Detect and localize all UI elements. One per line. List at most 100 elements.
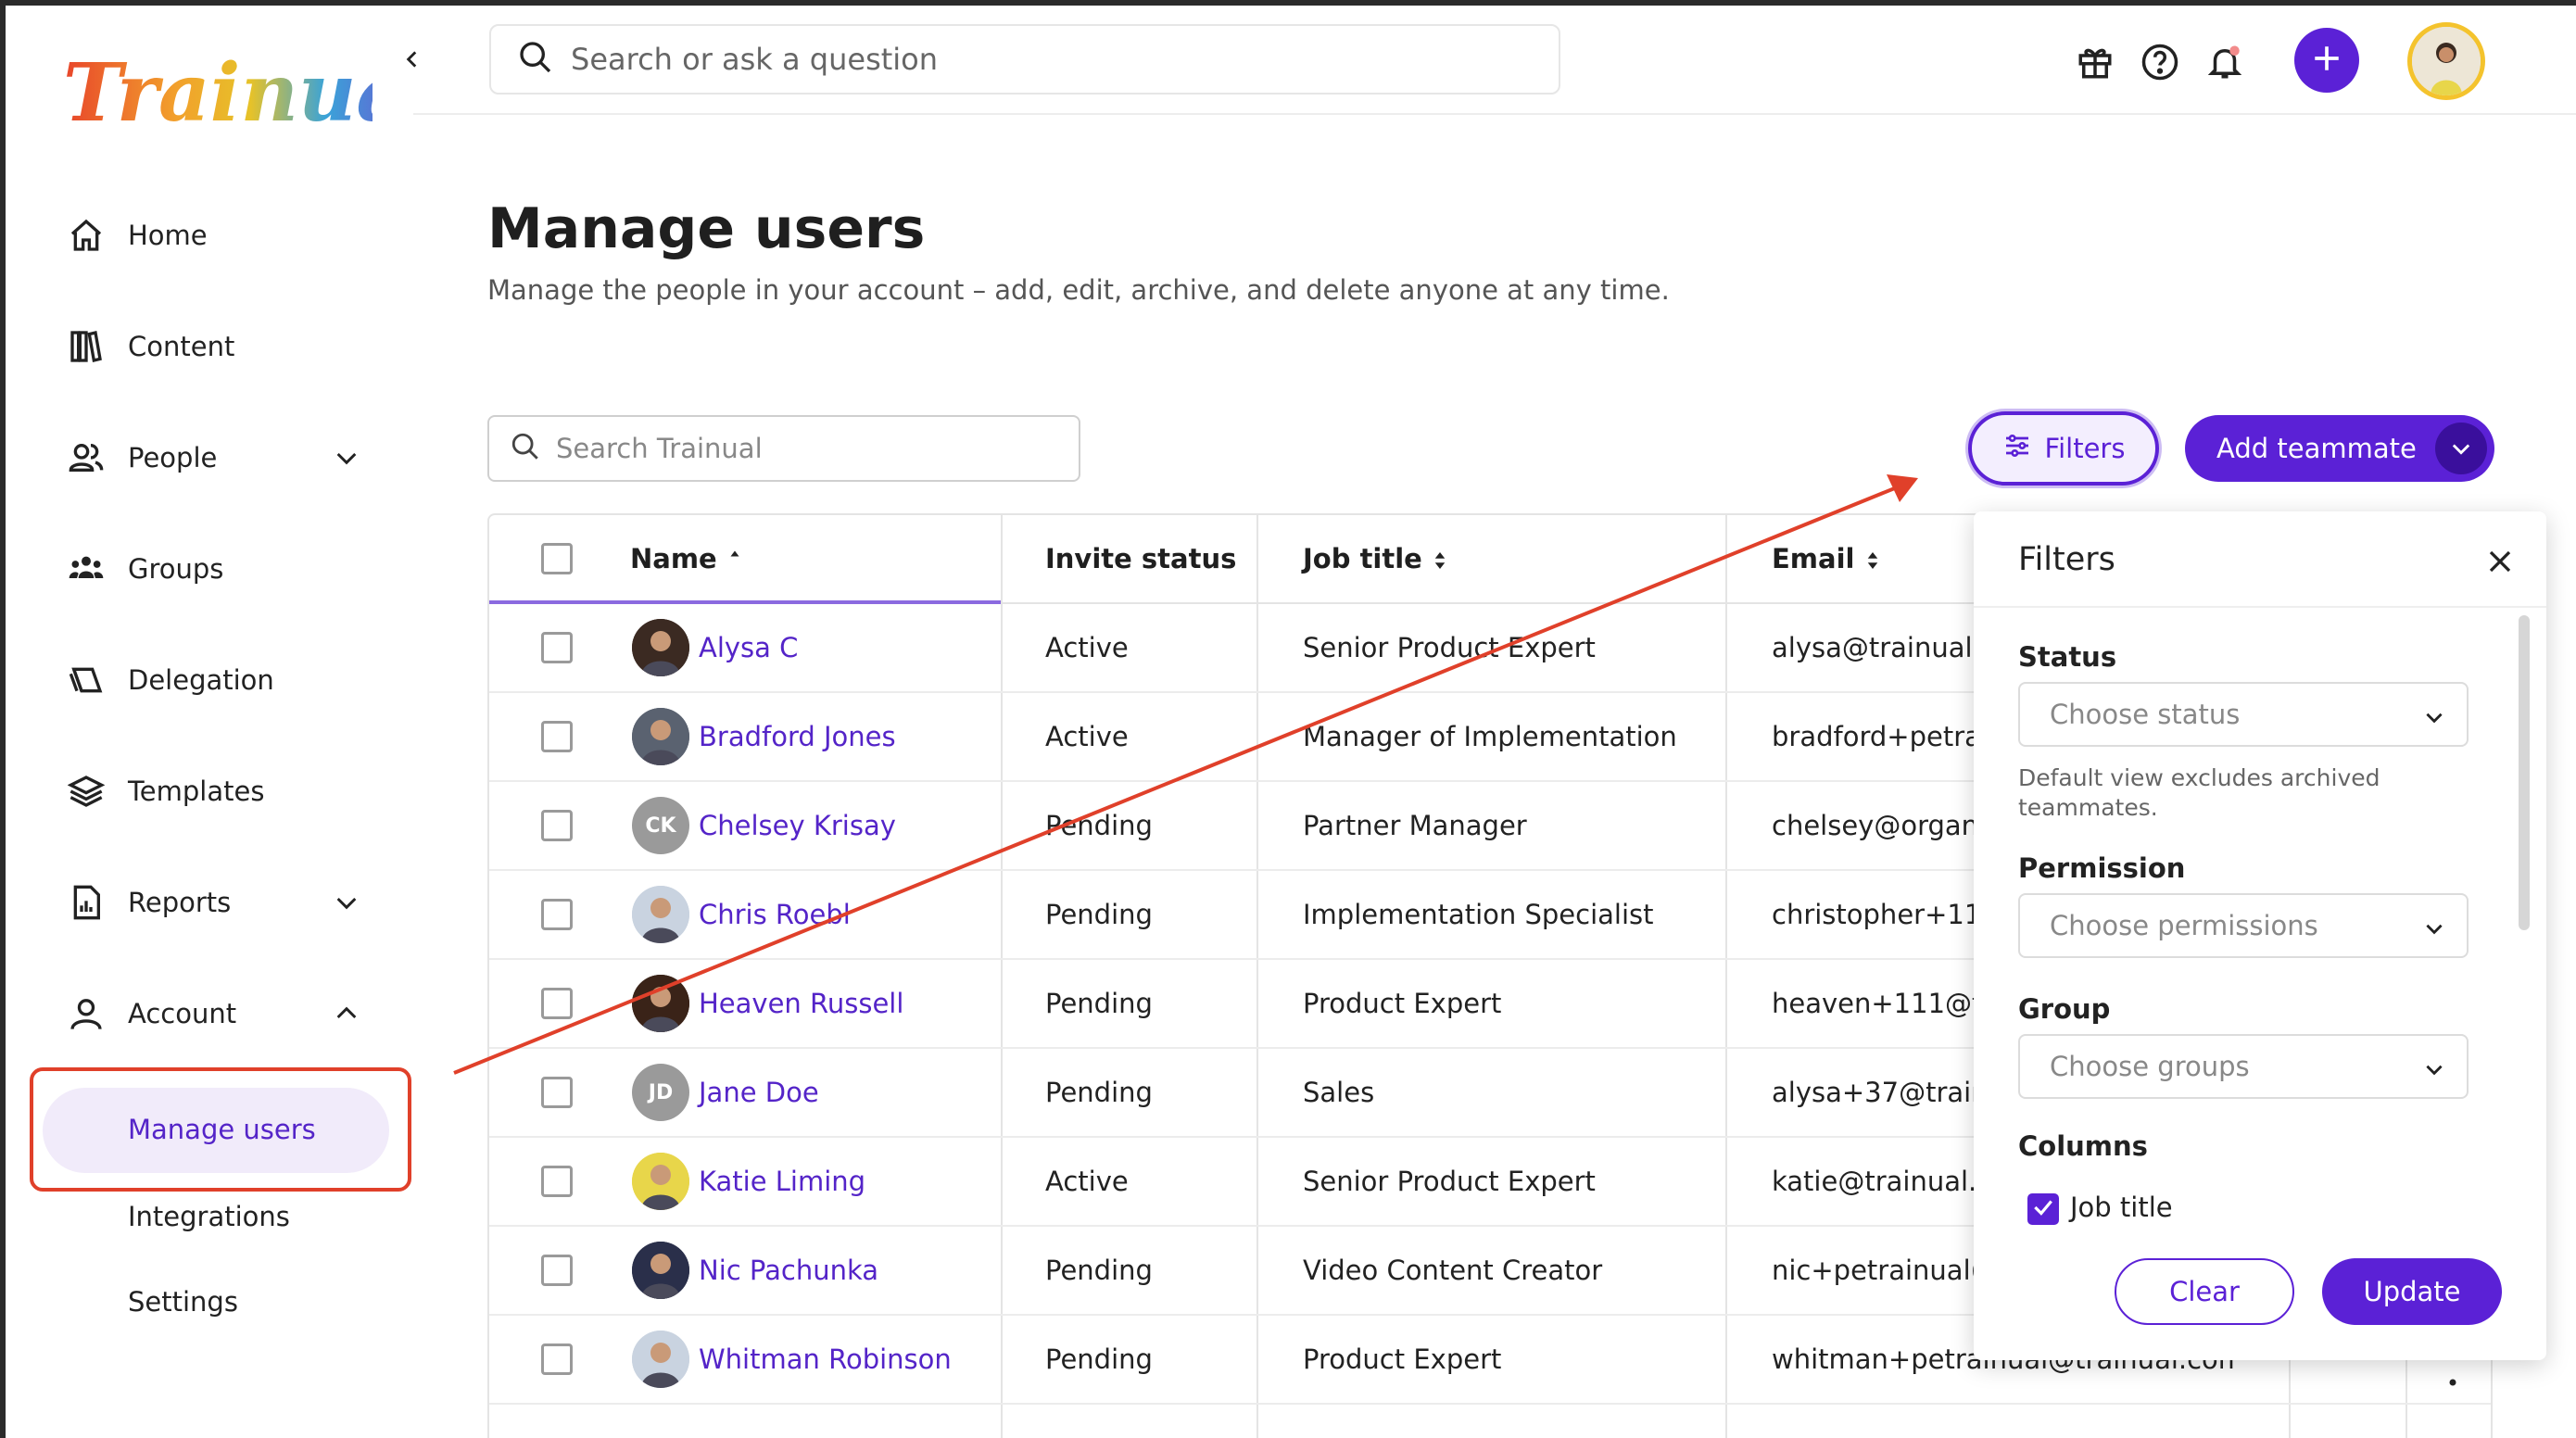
chevron-left-icon: [400, 47, 424, 75]
invite-status: Active: [1045, 721, 1129, 752]
global-search[interactable]: [489, 24, 1560, 95]
avatar[interactable]: CK: [632, 797, 689, 854]
sidebar-item-label: Groups: [128, 553, 224, 585]
sidebar-item-label: Templates: [128, 776, 265, 807]
avatar[interactable]: [632, 975, 689, 1032]
column-header-status[interactable]: Invite status: [1045, 543, 1236, 574]
invite-status: Pending: [1045, 1255, 1153, 1286]
name-link[interactable]: Jane Doe: [699, 1077, 819, 1108]
chevron-down-icon[interactable]: [332, 888, 361, 924]
group-select[interactable]: Choose groups: [2018, 1034, 2469, 1099]
filters-panel-title: Filters: [2018, 541, 2115, 578]
group-label: Group: [2018, 993, 2111, 1025]
update-button[interactable]: Update: [2322, 1258, 2502, 1325]
report-icon: [65, 881, 107, 924]
job-title-checkbox-label[interactable]: Job title: [2070, 1192, 2173, 1223]
table-search[interactable]: [487, 415, 1080, 482]
clear-button[interactable]: Clear: [2115, 1258, 2294, 1325]
row-checkbox[interactable]: [541, 632, 573, 663]
invite-status: Active: [1045, 1166, 1129, 1197]
permission-label: Permission: [2018, 852, 2186, 884]
sidebar-subitem-integrations[interactable]: Integrations: [128, 1201, 290, 1232]
help-icon[interactable]: [2137, 39, 2183, 85]
avatar[interactable]: [632, 1331, 689, 1388]
table-search-input[interactable]: [556, 433, 1056, 464]
status-select[interactable]: Choose status: [2018, 682, 2469, 747]
sidebar-item-reports[interactable]: Reports: [65, 875, 361, 930]
sidebar-item-people[interactable]: People: [65, 430, 361, 486]
column-header-name[interactable]: Name: [630, 543, 743, 574]
group-select-placeholder: Choose groups: [2050, 1051, 2250, 1082]
global-search-input[interactable]: [571, 42, 1497, 77]
books-icon: [65, 325, 107, 368]
trainual-logo[interactable]: Trainual: [57, 43, 373, 145]
row-checkbox[interactable]: [541, 899, 573, 930]
column-header-name-label: Name: [630, 543, 717, 574]
row-checkbox[interactable]: [541, 1343, 573, 1375]
job-title: Senior Product Expert: [1303, 632, 1596, 663]
sort-icon: [1432, 543, 1448, 574]
sidebar-item-groups[interactable]: Groups: [65, 541, 361, 597]
row-checkbox[interactable]: [541, 721, 573, 752]
sidebar-subitem-settings[interactable]: Settings: [128, 1286, 238, 1318]
job-title-checkbox[interactable]: [2027, 1193, 2059, 1225]
job-title: Senior Product Expert: [1303, 1166, 1596, 1197]
name-link[interactable]: Alysa C: [699, 632, 798, 663]
collapse-sidebar-button[interactable]: [389, 32, 441, 91]
sliders-icon: [2002, 431, 2032, 467]
avatar[interactable]: [632, 1153, 689, 1210]
avatar[interactable]: [632, 1242, 689, 1299]
sidebar-item-content[interactable]: Content: [65, 319, 361, 374]
sidebar-item-home[interactable]: Home: [65, 208, 361, 263]
columns-label: Columns: [2018, 1130, 2148, 1162]
sidebar-item-templates[interactable]: Templates: [65, 763, 361, 819]
avatar[interactable]: [632, 886, 689, 943]
panel-scrollbar[interactable]: [2519, 615, 2530, 930]
select-all-checkbox[interactable]: [541, 543, 573, 574]
sidebar-item-account[interactable]: Account: [65, 986, 361, 1041]
chevron-down-icon[interactable]: [332, 443, 361, 479]
add-teammate-button[interactable]: Add teammate: [2185, 415, 2494, 482]
layers-icon: [65, 770, 107, 813]
gift-icon[interactable]: [2072, 39, 2118, 85]
close-icon[interactable]: [2481, 543, 2519, 580]
sidebar-item-label: Reports: [128, 887, 232, 918]
job-title: Product Expert: [1303, 988, 1502, 1019]
row-checkbox[interactable]: [541, 1166, 573, 1197]
chevron-up-icon[interactable]: [332, 999, 361, 1035]
job-title: Partner Manager: [1303, 810, 1527, 841]
avatar[interactable]: [632, 708, 689, 765]
row-checkbox[interactable]: [541, 810, 573, 841]
add-teammate-dropdown[interactable]: [2435, 423, 2487, 474]
page-subtitle: Manage the people in your account – add,…: [487, 274, 1670, 306]
permission-select[interactable]: Choose permissions: [2018, 893, 2469, 958]
name-link[interactable]: Whitman Robinson: [699, 1343, 952, 1375]
create-plus-button[interactable]: [2294, 28, 2359, 93]
job-title: Implementation Specialist: [1303, 899, 1654, 930]
sidebar-item-delegation[interactable]: Delegation: [65, 652, 361, 708]
column-header-email[interactable]: Email: [1772, 543, 1881, 574]
sidebar-item-label: Content: [128, 331, 235, 362]
sidebar-item-label: Delegation: [128, 664, 274, 696]
row-checkbox[interactable]: [541, 1077, 573, 1108]
name-link[interactable]: Heaven Russell: [699, 988, 903, 1019]
row-checkbox[interactable]: [541, 1255, 573, 1286]
name-link[interactable]: Chelsey Krisay: [699, 810, 896, 841]
bell-icon[interactable]: [2202, 39, 2248, 85]
annotation-highlight-box: [30, 1067, 411, 1192]
avatar[interactable]: [632, 619, 689, 676]
name-link[interactable]: Chris Roebl: [699, 899, 851, 930]
name-link[interactable]: Nic Pachunka: [699, 1255, 878, 1286]
name-link[interactable]: Bradford Jones: [699, 721, 896, 752]
avatar[interactable]: JD: [632, 1064, 689, 1121]
filters-panel-header: Filters: [1974, 511, 2546, 608]
row-checkbox[interactable]: [541, 988, 573, 1019]
column-header-job[interactable]: Job title: [1303, 543, 1448, 574]
filters-button[interactable]: Filters: [1968, 411, 2159, 486]
user-avatar[interactable]: [2407, 22, 2485, 100]
invite-status: Active: [1045, 632, 1129, 663]
invite-status: Pending: [1045, 1077, 1153, 1108]
plus-icon: [2311, 43, 2342, 78]
name-link[interactable]: Katie Liming: [699, 1166, 865, 1197]
column-header-job-label: Job title: [1303, 543, 1422, 574]
